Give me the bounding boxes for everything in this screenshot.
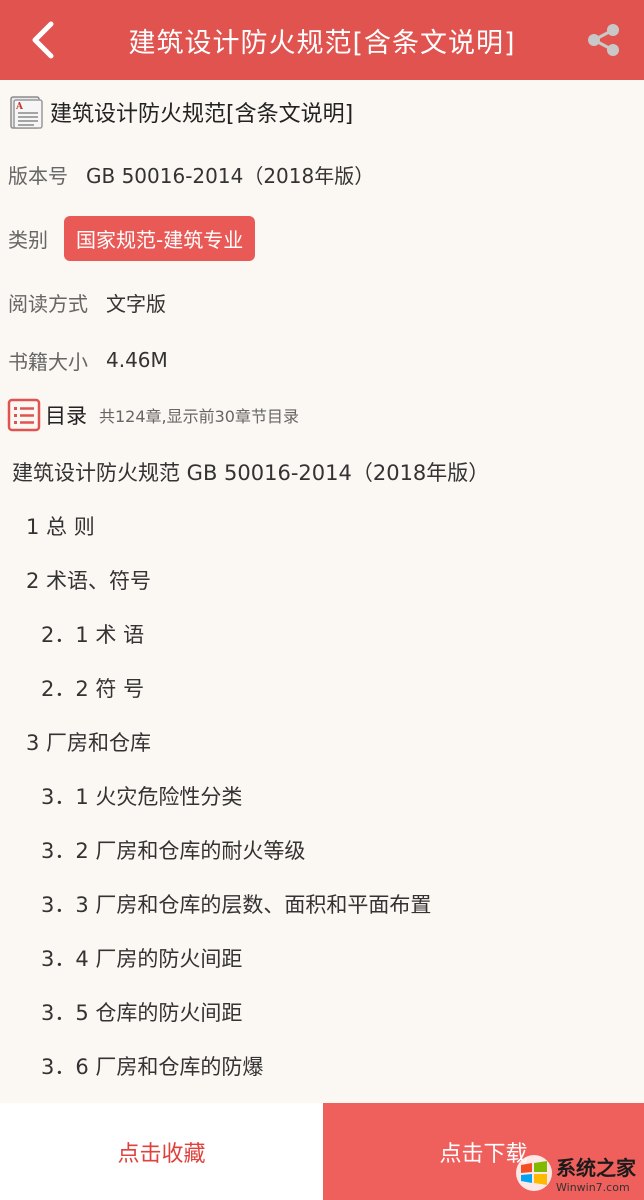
read-mode-row: 阅读方式 文字版 [8, 284, 166, 320]
version-value: GB 50016-2014（2018年版） [86, 163, 375, 188]
version-row: 版本号 GB 50016-2014（2018年版） [8, 156, 374, 192]
share-button[interactable] [580, 16, 628, 64]
size-value: 4.46M [106, 348, 168, 372]
windows-logo-icon [516, 1155, 552, 1191]
toc-item[interactable]: 1 总 则 [0, 500, 644, 554]
document-icon: A [10, 96, 43, 129]
category-row: 类别 国家规范-建筑专业 [8, 215, 256, 261]
toc-item[interactable]: 3．1 火灾危险性分类 [0, 770, 644, 824]
download-button[interactable]: 点击下载 系统之家 Winwin7.com [323, 1103, 644, 1200]
list-icon [7, 398, 41, 432]
svg-text:A: A [15, 102, 24, 112]
bottom-action-bar: 点击收藏 点击下载 系统之家 Winwin7.com [0, 1103, 644, 1200]
toc-item[interactable]: 3．2 厂房和仓库的耐火等级 [0, 824, 644, 878]
watermark-main: 系统之家 [556, 1156, 636, 1180]
toc-item[interactable]: 2．1 术 语 [0, 608, 644, 662]
version-label: 版本号 [8, 163, 68, 188]
watermark: 系统之家 Winwin7.com [512, 1152, 636, 1194]
favorite-label: 点击收藏 [117, 1141, 206, 1167]
toc-list: 建筑设计防火规范 GB 50016-2014（2018年版） 1 总 则 2 术… [0, 446, 644, 1094]
toc-item[interactable]: 3．3 厂房和仓库的层数、面积和平面布置 [0, 878, 644, 932]
read-mode-label: 阅读方式 [8, 291, 88, 316]
favorite-button[interactable]: 点击收藏 [0, 1103, 323, 1200]
category-label: 类别 [8, 227, 48, 252]
toc-item[interactable]: 3 厂房和仓库 [0, 716, 644, 770]
toc-note: 共124章,显示前30章节目录 [99, 407, 299, 426]
watermark-text: 系统之家 Winwin7.com [556, 1152, 636, 1194]
size-label: 书籍大小 [8, 349, 88, 374]
book-title-row: A 建筑设计防火规范[含条文说明] [8, 92, 353, 132]
toc-item[interactable]: 3．5 仓库的防火间距 [0, 986, 644, 1040]
toc-title: 目录 [45, 404, 87, 428]
toc-item[interactable]: 3．4 厂房的防火间距 [0, 932, 644, 986]
chevron-left-icon [32, 21, 54, 59]
read-mode-value: 文字版 [106, 291, 166, 316]
category-badge[interactable]: 国家规范-建筑专业 [64, 215, 256, 261]
back-button[interactable] [18, 14, 68, 66]
size-row: 书籍大小 4.46M [8, 342, 168, 378]
toc-item[interactable]: 2．2 符 号 [0, 662, 644, 716]
toc-item[interactable]: 建筑设计防火规范 GB 50016-2014（2018年版） [0, 446, 644, 500]
book-title: 建筑设计防火规范[含条文说明] [50, 102, 354, 127]
app-header: 建筑设计防火规范[含条文说明] [0, 0, 644, 80]
toc-item[interactable]: 3．6 厂房和仓库的防爆 [0, 1040, 644, 1094]
share-icon [588, 24, 619, 56]
toc-header: 目录 共124章,显示前30章节目录 [7, 395, 299, 435]
page-title: 建筑设计防火规范[含条文说明] [128, 27, 516, 59]
toc-item[interactable]: 2 术语、符号 [0, 554, 644, 608]
watermark-sub: Winwin7.com [556, 1181, 630, 1194]
